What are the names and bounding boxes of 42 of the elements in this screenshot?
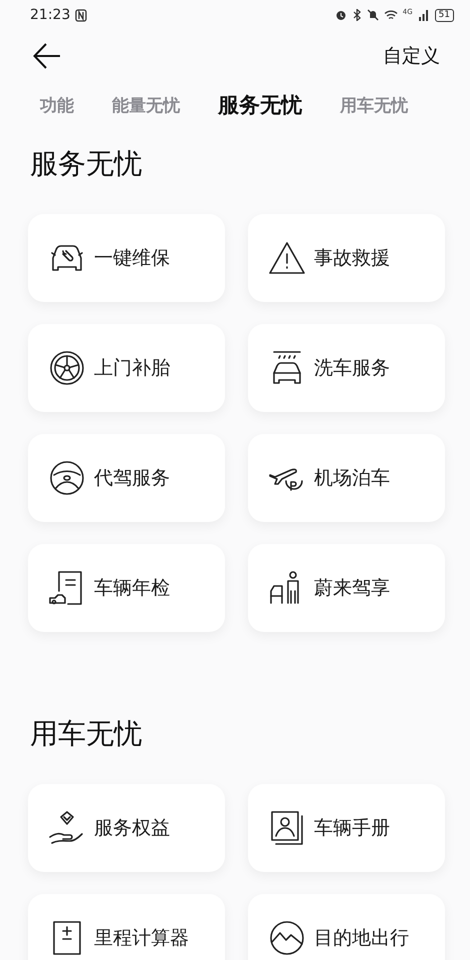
back-arrow-icon[interactable] bbox=[33, 43, 61, 69]
service-card[interactable]: 车辆手册 bbox=[248, 784, 445, 872]
section-title: 服务无忧 bbox=[30, 146, 143, 182]
wifi-icon bbox=[384, 9, 398, 21]
service-card[interactable]: 事故救援 bbox=[248, 214, 445, 302]
service-label: 目的地出行 bbox=[314, 926, 409, 951]
service-card[interactable]: 服务权益 bbox=[28, 784, 225, 872]
nfc-icon bbox=[75, 8, 88, 22]
service-label: 事故救援 bbox=[314, 246, 390, 271]
bluetooth-icon bbox=[352, 9, 362, 21]
bell-off-icon bbox=[366, 9, 379, 21]
book-person-icon bbox=[268, 809, 306, 847]
mountain-circle-icon bbox=[268, 919, 306, 957]
warning-icon bbox=[268, 239, 306, 277]
signal-icon bbox=[418, 9, 430, 21]
battery-level: 51 bbox=[434, 8, 454, 22]
service-card[interactable]: 洗车服务 bbox=[248, 324, 445, 412]
service-label: 机场泊车 bbox=[314, 466, 390, 491]
service-label: 服务权益 bbox=[94, 816, 170, 841]
service-label: 一键维保 bbox=[94, 246, 170, 271]
service-card[interactable]: 代驾服务 bbox=[28, 434, 225, 522]
category-tab[interactable]: 服务无忧 bbox=[218, 91, 302, 119]
alarm-icon bbox=[334, 9, 347, 21]
service-label: 洗车服务 bbox=[314, 356, 390, 381]
section-title: 用车无忧 bbox=[30, 716, 143, 752]
service-label: 车辆年检 bbox=[94, 576, 170, 601]
service-label: 里程计算器 bbox=[94, 926, 189, 951]
service-card[interactable]: 机场泊车 bbox=[248, 434, 445, 522]
service-label: 蔚来驾享 bbox=[314, 576, 390, 601]
service-label: 车辆手册 bbox=[314, 816, 390, 841]
service-card[interactable]: 车辆年检 bbox=[28, 544, 225, 632]
service-card[interactable]: 上门补胎 bbox=[28, 324, 225, 412]
steering-wheel-icon bbox=[48, 459, 86, 497]
service-card[interactable]: 蔚来驾享 bbox=[248, 544, 445, 632]
service-label: 上门补胎 bbox=[94, 356, 170, 381]
service-card[interactable]: 目的地出行 bbox=[248, 894, 445, 960]
service-label: 代驾服务 bbox=[94, 466, 170, 491]
status-time: 21:23 bbox=[30, 7, 70, 23]
service-card[interactable]: 一键维保 bbox=[28, 214, 225, 302]
service-card[interactable]: 里程计算器 bbox=[28, 894, 225, 960]
customize-link[interactable]: 自定义 bbox=[383, 43, 440, 69]
wheel-icon bbox=[48, 349, 86, 387]
